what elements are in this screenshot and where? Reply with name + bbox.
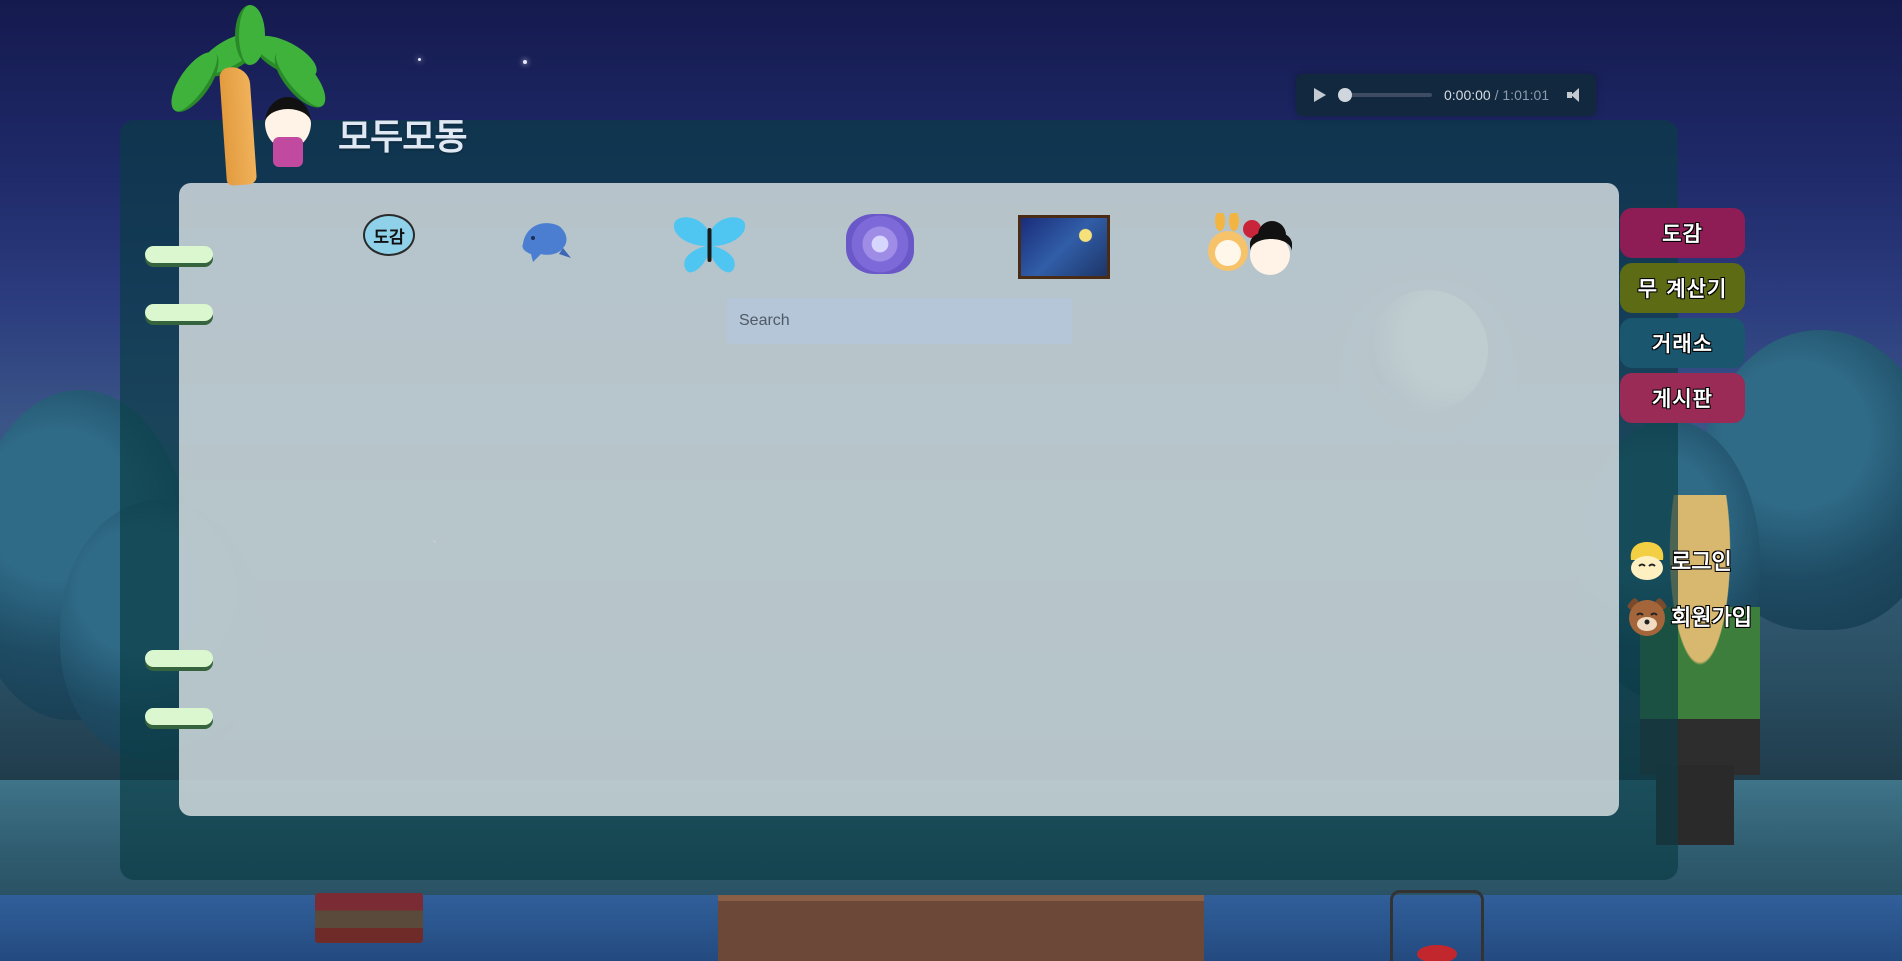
- bubble-label: 도감: [373, 227, 405, 248]
- time-separator: /: [1494, 87, 1499, 103]
- fish-icon[interactable]: [515, 214, 571, 272]
- nav-encyclopedia-button[interactable]: 도감: [1620, 208, 1745, 258]
- content-card: [179, 183, 1619, 816]
- nav-turnip-calculator-button[interactable]: 무 계산기: [1620, 263, 1745, 313]
- isabelle-icon: [1630, 542, 1664, 580]
- lantern: [1390, 890, 1484, 961]
- volume-icon[interactable]: [1567, 87, 1583, 103]
- star: [523, 60, 527, 64]
- books: [315, 893, 423, 943]
- palm-leaf: [235, 5, 265, 65]
- signup-link[interactable]: 회원가입: [1625, 594, 1752, 638]
- audio-progress-bar[interactable]: [1338, 88, 1432, 102]
- palm-leaf: [162, 44, 228, 120]
- audio-player: 0:00:00 / 1:01:01: [1296, 74, 1596, 116]
- site-title[interactable]: 모두모동: [338, 108, 467, 160]
- side-tab-2[interactable]: [145, 304, 213, 321]
- bench: [718, 895, 1204, 961]
- speech-bubble-icon[interactable]: 도감: [363, 214, 415, 256]
- duration: 1:01:01: [1502, 87, 1550, 103]
- current-time: 0:00:00: [1444, 87, 1491, 103]
- progress-knob[interactable]: [1338, 88, 1352, 102]
- nav-exchange-button[interactable]: 거래소: [1620, 318, 1745, 368]
- signup-label: 회원가입: [1671, 606, 1752, 631]
- site-logo[interactable]: [155, 5, 334, 186]
- nav-board-button[interactable]: 게시판: [1620, 373, 1745, 423]
- audio-time: 0:00:00 / 1:01:01: [1444, 87, 1549, 103]
- play-icon[interactable]: [1314, 88, 1326, 102]
- search-input[interactable]: [727, 298, 1072, 344]
- side-tab-1[interactable]: [145, 246, 213, 263]
- side-tab-4[interactable]: [145, 708, 213, 725]
- palm-trunk: [218, 66, 258, 186]
- butterfly-icon[interactable]: [672, 212, 747, 277]
- login-link[interactable]: 로그인: [1625, 538, 1732, 582]
- side-tab-3[interactable]: [145, 650, 213, 667]
- login-label: 로그인: [1671, 550, 1732, 575]
- fossil-icon[interactable]: [846, 214, 914, 274]
- painting-icon[interactable]: [1018, 215, 1110, 279]
- villagers-icon[interactable]: [1208, 211, 1300, 277]
- star: [418, 58, 421, 61]
- girl-body: [273, 137, 303, 167]
- tom-nook-icon: [1627, 598, 1667, 636]
